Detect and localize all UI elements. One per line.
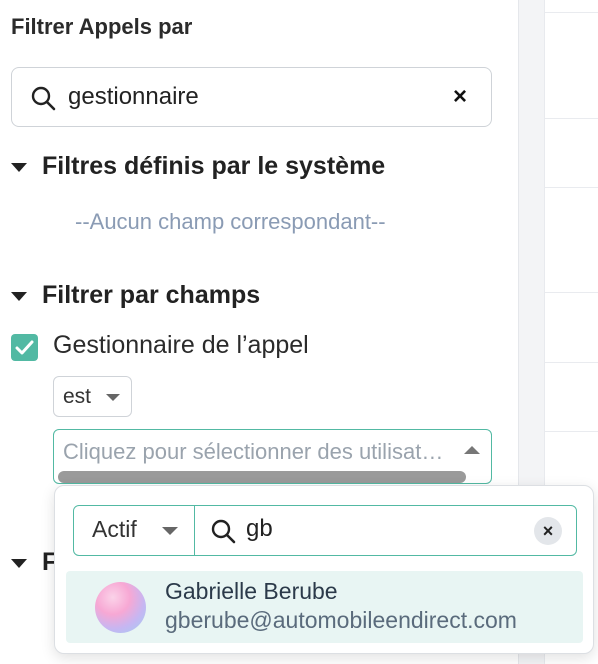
chevron-up-icon — [464, 446, 480, 454]
clear-search-icon[interactable]: × — [534, 517, 562, 545]
operator-select[interactable]: est — [53, 376, 132, 417]
caret-down-icon — [11, 559, 27, 568]
chevron-down-icon — [162, 527, 178, 535]
avatar — [95, 582, 146, 633]
filter-search-input[interactable]: gestionnaire × — [11, 67, 492, 127]
user-select-placeholder: Cliquez pour sélectionner des utilisateu… — [63, 439, 455, 464]
system-filters-label: Filtres définis par le système — [42, 152, 386, 180]
user-result-name: Gabrielle Berube — [165, 578, 338, 604]
user-result-email: gberube@automobileendirect.com — [165, 607, 517, 633]
status-filter-value: Actif — [92, 516, 137, 542]
user-result-item[interactable]: Gabrielle Berube gberube@automobileendir… — [66, 571, 583, 643]
user-select-input[interactable]: Cliquez pour sélectionner des utilisateu… — [53, 429, 492, 484]
close-icon[interactable]: × — [449, 85, 471, 109]
user-picker-dropdown: Actif gb × Gabrielle Berube gberube@auto… — [54, 485, 594, 654]
filter-search-value: gestionnaire — [68, 83, 199, 110]
user-picker-search: Actif gb × — [73, 505, 577, 556]
row-divider — [545, 362, 598, 363]
caret-down-icon — [11, 292, 27, 301]
no-matching-field-message: --Aucun champ correspondant-- — [75, 209, 386, 234]
row-divider — [545, 12, 598, 13]
call-owner-field-label: Gestionnaire de l’appel — [53, 331, 309, 359]
operator-value: est — [63, 385, 92, 408]
status-filter-select[interactable]: Actif — [74, 506, 195, 555]
call-owner-checkbox[interactable] — [11, 334, 38, 361]
chevron-down-icon — [106, 394, 120, 401]
checkmark-icon — [15, 340, 34, 355]
filter-panel-title: Filtrer Appels par — [11, 14, 193, 39]
field-filters-label: Filtrer par champs — [42, 281, 261, 309]
row-divider — [545, 118, 598, 119]
search-icon — [211, 519, 236, 544]
row-divider — [545, 187, 598, 188]
row-divider — [545, 431, 598, 432]
caret-down-icon — [11, 163, 27, 172]
row-divider — [545, 292, 598, 293]
search-icon — [31, 86, 56, 111]
horizontal-scrollbar[interactable] — [58, 471, 466, 483]
user-search-input[interactable]: gb — [246, 515, 273, 543]
